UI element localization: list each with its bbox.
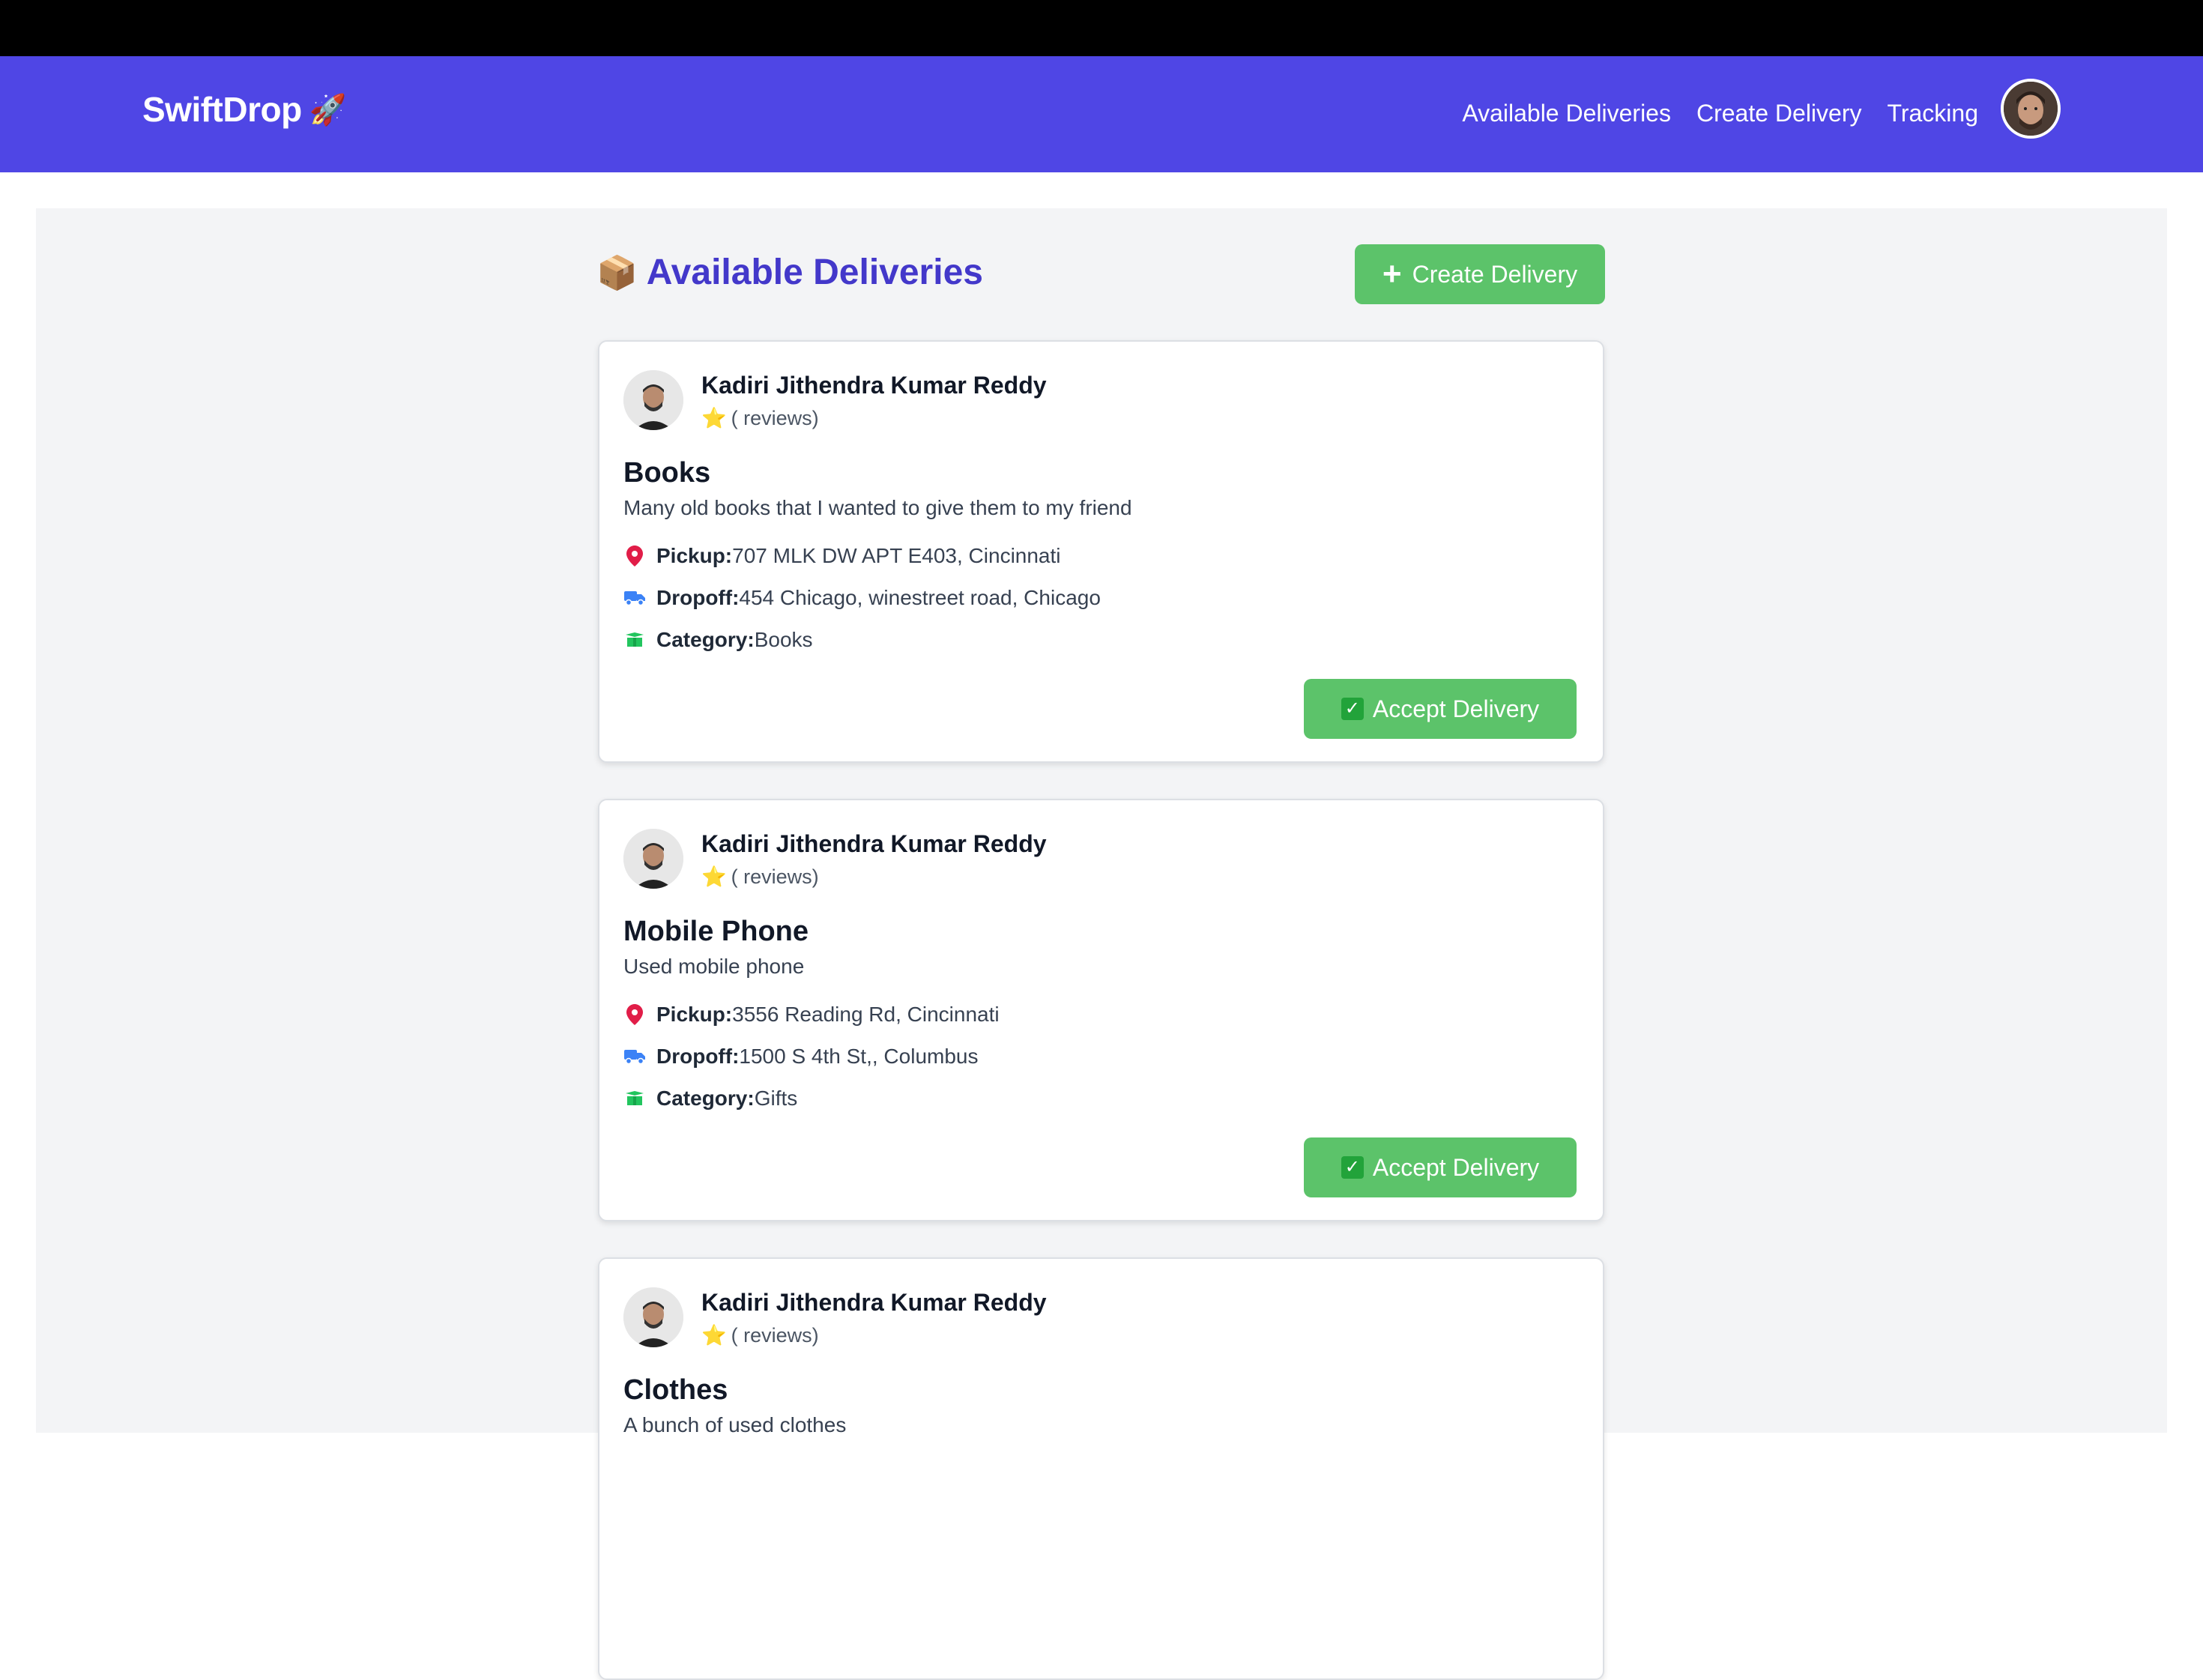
- star-icon: ⭐: [701, 865, 727, 888]
- sender-face-icon: [623, 829, 683, 889]
- delivery-card: Kadiri Jithendra Kumar Reddy ⭐ ( reviews…: [598, 340, 1604, 763]
- star-icon: ⭐: [701, 1324, 727, 1347]
- dropoff-value: 454 Chicago, winestreet road, Chicago: [739, 586, 1101, 609]
- category-value: Books: [754, 628, 813, 651]
- rating-text: ( reviews): [731, 406, 819, 429]
- pickup-row: Pickup: 3556 Reading Rd, Cincinnati: [623, 1003, 1000, 1027]
- item-description: A bunch of used clothes: [623, 1413, 847, 1436]
- truck-icon: [623, 587, 646, 609]
- plus-icon: +: [1382, 256, 1402, 292]
- accept-delivery-button[interactable]: ✓ Accept Delivery: [1304, 679, 1577, 739]
- pickup-value: 707 MLK DW APT E403, Cincinnati: [732, 544, 1061, 567]
- create-delivery-label: Create Delivery: [1412, 260, 1578, 288]
- brand-logo[interactable]: SwiftDrop 🚀: [142, 89, 347, 130]
- truck-icon: [623, 1045, 646, 1068]
- category-label: Category:: [656, 628, 755, 651]
- star-icon: ⭐: [701, 407, 727, 429]
- check-icon: ✓: [1341, 1156, 1364, 1179]
- check-icon: ✓: [1341, 698, 1364, 720]
- sender-rating: ⭐ ( reviews): [701, 1323, 819, 1347]
- create-delivery-button[interactable]: + Create Delivery: [1355, 244, 1605, 304]
- category-value: Gifts: [754, 1087, 798, 1110]
- box-open-icon: [623, 1087, 646, 1110]
- pickup-row: Pickup: 707 MLK DW APT E403, Cincinnati: [623, 544, 1061, 568]
- accept-delivery-label: Accept Delivery: [1372, 1153, 1540, 1181]
- sender-avatar[interactable]: [623, 370, 683, 430]
- rating-text: ( reviews): [731, 1323, 819, 1347]
- sender-name: Kadiri Jithendra Kumar Reddy: [701, 1289, 1047, 1316]
- accept-delivery-button[interactable]: ✓ Accept Delivery: [1304, 1137, 1577, 1197]
- dropoff-label: Dropoff:: [656, 1045, 740, 1068]
- item-title: Mobile Phone: [623, 916, 809, 947]
- nav-links: Available Deliveries Create Delivery Tra…: [1462, 100, 1978, 127]
- sender-face-icon: [623, 1287, 683, 1347]
- sender-rating: ⭐ ( reviews): [701, 406, 819, 430]
- item-description: Used mobile phone: [623, 955, 805, 978]
- brand-name: SwiftDrop: [142, 90, 302, 129]
- sender-name: Kadiri Jithendra Kumar Reddy: [701, 372, 1047, 399]
- item-description: Many old books that I wanted to give the…: [623, 496, 1132, 519]
- page-title: 📦 Available Deliveries: [596, 252, 983, 293]
- dropoff-row: Dropoff: 454 Chicago, winestreet road, Ch…: [623, 586, 1101, 610]
- pickup-label: Pickup:: [656, 544, 733, 567]
- dropoff-value: 1500 S 4th St,, Columbus: [739, 1045, 979, 1068]
- sender-name: Kadiri Jithendra Kumar Reddy: [701, 830, 1047, 857]
- item-title: Books: [623, 457, 711, 489]
- screen-top-bar: [0, 0, 2203, 56]
- accept-delivery-label: Accept Delivery: [1372, 695, 1540, 722]
- page-title-text: Available Deliveries: [646, 253, 983, 292]
- rocket-icon: 🚀: [309, 93, 347, 127]
- delivery-card: Kadiri Jithendra Kumar Reddy ⭐ ( reviews…: [598, 1257, 1604, 1680]
- dropoff-label: Dropoff:: [656, 586, 740, 609]
- nav-link-create-delivery[interactable]: Create Delivery: [1696, 100, 1862, 127]
- category-row: Category: Gifts: [623, 1087, 797, 1111]
- sender-rating: ⭐ ( reviews): [701, 865, 819, 889]
- map-pin-icon: [623, 1003, 646, 1026]
- pickup-value: 3556 Reading Rd, Cincinnati: [732, 1003, 1000, 1026]
- package-icon: 📦: [596, 254, 638, 291]
- item-title: Clothes: [623, 1374, 728, 1406]
- nav-link-available-deliveries[interactable]: Available Deliveries: [1462, 100, 1671, 127]
- sender-face-icon: [623, 370, 683, 430]
- avatar-face-icon: [2004, 82, 2058, 136]
- sender-avatar[interactable]: [623, 829, 683, 889]
- pickup-label: Pickup:: [656, 1003, 733, 1026]
- user-avatar[interactable]: [2001, 79, 2061, 139]
- main-content: 📦 Available Deliveries + Create Delivery…: [36, 208, 2167, 1680]
- nav-link-tracking[interactable]: Tracking: [1887, 100, 1978, 127]
- box-open-icon: [623, 629, 646, 651]
- category-label: Category:: [656, 1087, 755, 1110]
- sender-avatar[interactable]: [623, 1287, 683, 1347]
- dropoff-row: Dropoff: 1500 S 4th St,, Columbus: [623, 1045, 978, 1069]
- navbar: SwiftDrop 🚀 Available Deliveries Create …: [0, 56, 2203, 172]
- map-pin-icon: [623, 545, 646, 567]
- category-row: Category: Books: [623, 628, 813, 652]
- rating-text: ( reviews): [731, 865, 819, 888]
- delivery-card: Kadiri Jithendra Kumar Reddy ⭐ ( reviews…: [598, 799, 1604, 1221]
